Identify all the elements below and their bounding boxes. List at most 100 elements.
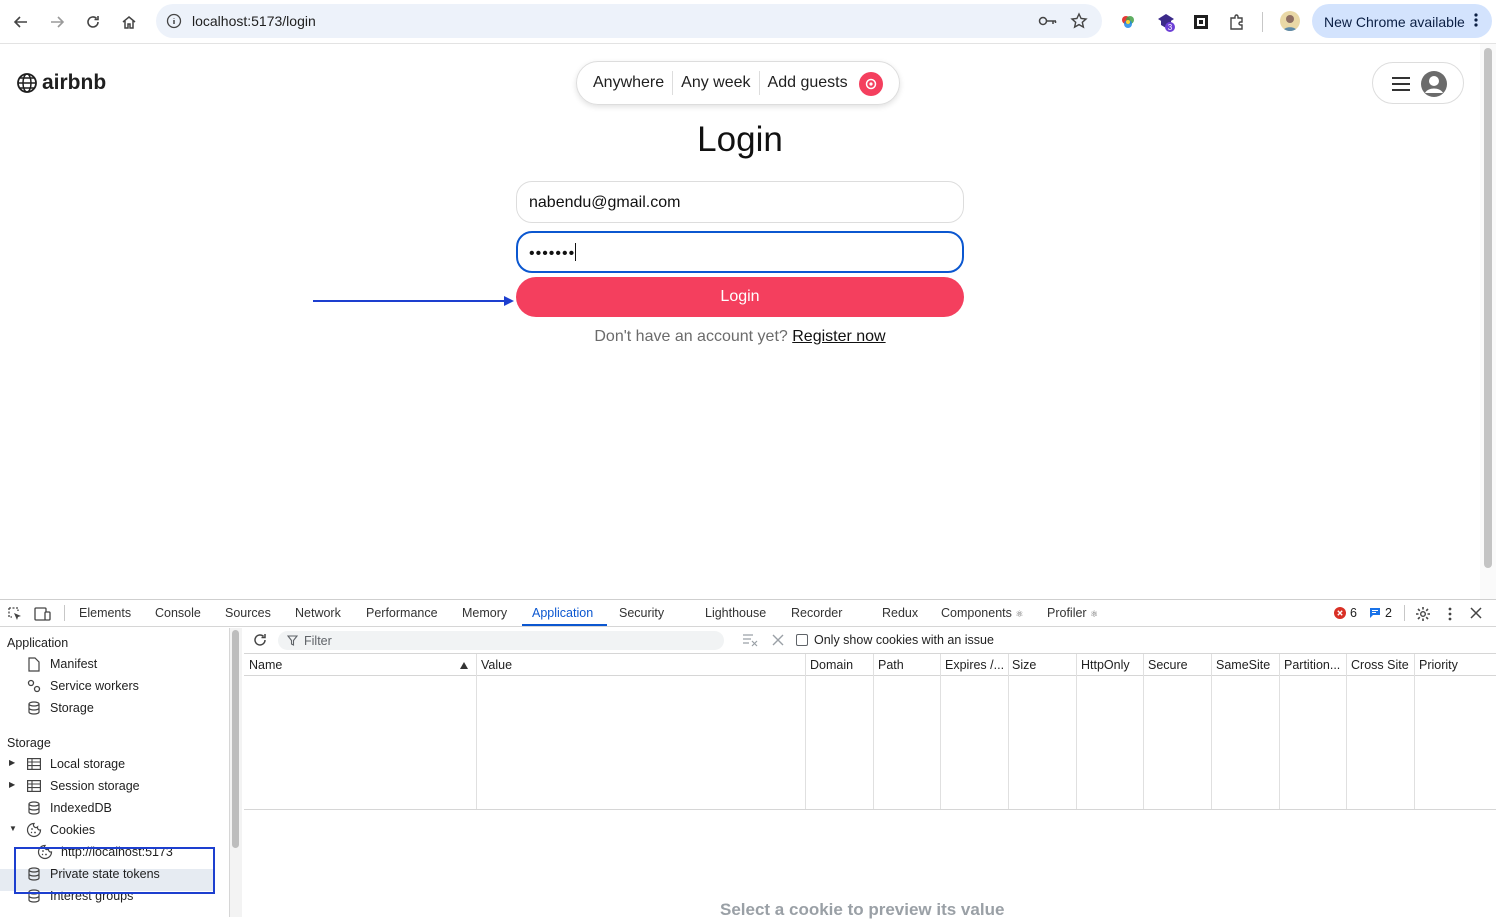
delete-all-icon[interactable] bbox=[772, 634, 784, 646]
tab-application[interactable]: Application bbox=[532, 606, 593, 620]
column-divider[interactable] bbox=[1346, 654, 1347, 810]
url-text[interactable]: localhost:5173/login bbox=[192, 13, 316, 29]
column-divider[interactable] bbox=[805, 654, 806, 810]
column-header-samesite[interactable]: SameSite bbox=[1216, 658, 1270, 672]
column-header-secure[interactable]: Secure bbox=[1148, 658, 1188, 672]
tab-console[interactable]: Console bbox=[155, 606, 201, 620]
password-field[interactable]: ••••••• bbox=[516, 231, 964, 273]
only-issue-checkbox-row[interactable]: Only show cookies with an issue bbox=[796, 633, 994, 647]
column-header-expires[interactable]: Expires /... bbox=[945, 658, 1004, 672]
email-value: nabendu@gmail.com bbox=[529, 194, 681, 211]
sidebar-item-cookies[interactable]: Cookies bbox=[26, 820, 95, 840]
sidebar-scrollbar-thumb[interactable] bbox=[232, 630, 239, 848]
new-chrome-available-button[interactable]: New Chrome available bbox=[1312, 4, 1492, 38]
column-divider[interactable] bbox=[1211, 654, 1212, 810]
screen-capture-extension-icon[interactable] bbox=[1190, 11, 1212, 33]
column-divider[interactable] bbox=[873, 654, 874, 810]
page-scrollbar-thumb[interactable] bbox=[1484, 48, 1492, 568]
tab-redux[interactable]: Redux bbox=[882, 606, 918, 620]
column-header-partition[interactable]: Partition... bbox=[1284, 658, 1340, 672]
sort-ascending-icon[interactable] bbox=[460, 662, 468, 669]
search-add-guests[interactable]: Add guests bbox=[760, 74, 856, 92]
column-divider[interactable] bbox=[940, 654, 941, 810]
column-divider[interactable] bbox=[1414, 654, 1415, 810]
tab-sources[interactable]: Sources bbox=[225, 606, 271, 620]
cookie-filter-input[interactable]: Filter bbox=[278, 631, 724, 650]
search-any-week[interactable]: Any week bbox=[673, 74, 758, 92]
device-toolbar-icon[interactable] bbox=[34, 606, 52, 622]
reload-icon bbox=[87, 16, 99, 28]
search-pill[interactable]: Anywhere Any week Add guests bbox=[576, 61, 900, 105]
forward-button[interactable] bbox=[44, 9, 70, 35]
column-header-path[interactable]: Path bbox=[878, 658, 904, 672]
column-header-cross-site[interactable]: Cross Site bbox=[1351, 658, 1409, 672]
home-button[interactable] bbox=[116, 9, 142, 35]
only-issue-checkbox[interactable] bbox=[796, 634, 808, 646]
column-header-priority[interactable]: Priority bbox=[1419, 658, 1458, 672]
expand-triangle-icon[interactable]: ▶ bbox=[9, 758, 15, 767]
tab-network[interactable]: Network bbox=[295, 606, 341, 620]
column-divider[interactable] bbox=[1279, 654, 1280, 810]
message-count-badge[interactable]: 2 bbox=[1369, 606, 1392, 620]
logo-text: airbnb bbox=[42, 71, 107, 94]
column-divider[interactable] bbox=[1008, 654, 1009, 810]
sidebar-item-session-storage[interactable]: Session storage bbox=[26, 776, 140, 796]
back-button[interactable] bbox=[8, 9, 34, 35]
tab-lighthouse[interactable]: Lighthouse bbox=[705, 606, 766, 620]
close-devtools-icon[interactable] bbox=[1470, 607, 1482, 619]
inspect-element-icon[interactable] bbox=[7, 606, 23, 622]
error-count-badge[interactable]: 6 bbox=[1334, 606, 1357, 620]
sidebar-item-manifest[interactable]: Manifest bbox=[26, 654, 97, 674]
address-bar[interactable]: localhost:5173/login bbox=[156, 4, 1102, 38]
tab-memory[interactable]: Memory bbox=[462, 606, 507, 620]
site-info-icon[interactable] bbox=[166, 13, 182, 29]
login-button[interactable]: Login bbox=[516, 277, 964, 317]
register-link[interactable]: Register now bbox=[792, 328, 885, 345]
sidebar-item-storage[interactable]: Storage bbox=[26, 698, 94, 718]
tab-security[interactable]: Security bbox=[619, 606, 664, 620]
user-menu-button[interactable] bbox=[1372, 62, 1464, 104]
tab-recorder[interactable]: Recorder bbox=[791, 606, 842, 620]
search-button[interactable] bbox=[859, 72, 883, 96]
tabbar-divider bbox=[64, 605, 65, 621]
color-extension-icon[interactable] bbox=[1117, 11, 1139, 33]
sidebar-item-service-workers[interactable]: Service workers bbox=[26, 676, 139, 696]
column-header-httponly[interactable]: HttpOnly bbox=[1081, 658, 1130, 672]
extension-badge-icon[interactable]: 3 bbox=[1155, 11, 1177, 33]
bookmark-star-icon[interactable] bbox=[1070, 12, 1088, 35]
sidebar-scrollbar[interactable] bbox=[230, 628, 242, 917]
column-divider[interactable] bbox=[1076, 654, 1077, 810]
airbnb-logo[interactable]: airbnb bbox=[16, 71, 106, 95]
devtools-kebab-icon[interactable] bbox=[1447, 606, 1453, 622]
sidebar-header-application: Application bbox=[7, 636, 69, 650]
page-scrollbar[interactable] bbox=[1480, 44, 1496, 599]
column-header-name[interactable]: Name bbox=[249, 658, 282, 672]
puzzle-extensions-icon[interactable] bbox=[1226, 11, 1248, 33]
email-field[interactable]: nabendu@gmail.com bbox=[516, 181, 964, 223]
search-anywhere[interactable]: Anywhere bbox=[593, 74, 672, 92]
sidebar-item-local-storage[interactable]: Local storage bbox=[26, 754, 125, 774]
column-header-domain[interactable]: Domain bbox=[810, 658, 853, 672]
column-divider[interactable] bbox=[1143, 654, 1144, 810]
filter-placeholder: Filter bbox=[304, 634, 332, 648]
tab-components[interactable]: Components ⚛ bbox=[941, 606, 1023, 620]
profile-avatar[interactable] bbox=[1280, 11, 1300, 31]
clear-filtered-icon[interactable] bbox=[742, 633, 758, 647]
settings-gear-icon[interactable] bbox=[1415, 606, 1431, 622]
reload-button[interactable] bbox=[80, 9, 106, 35]
tab-elements[interactable]: Elements bbox=[79, 606, 131, 620]
react-atom-icon: ⚛ bbox=[1015, 609, 1024, 619]
annotation-arrow-icon bbox=[313, 296, 514, 306]
refresh-icon[interactable] bbox=[252, 632, 268, 648]
tab-profiler[interactable]: Profiler ⚛ bbox=[1047, 606, 1098, 620]
tab-performance[interactable]: Performance bbox=[366, 606, 438, 620]
collapse-triangle-icon[interactable]: ▼ bbox=[9, 824, 17, 833]
password-key-icon[interactable] bbox=[1038, 13, 1058, 34]
column-header-size[interactable]: Size bbox=[1012, 658, 1036, 672]
column-header-value[interactable]: Value bbox=[481, 658, 512, 672]
expand-triangle-icon[interactable]: ▶ bbox=[9, 780, 15, 789]
kebab-menu-icon[interactable] bbox=[1474, 12, 1478, 31]
column-divider[interactable] bbox=[476, 654, 477, 810]
sidebar-item-indexeddb[interactable]: IndexedDB bbox=[26, 798, 112, 818]
register-prompt-line: Don't have an account yet? Register now bbox=[0, 328, 1480, 346]
